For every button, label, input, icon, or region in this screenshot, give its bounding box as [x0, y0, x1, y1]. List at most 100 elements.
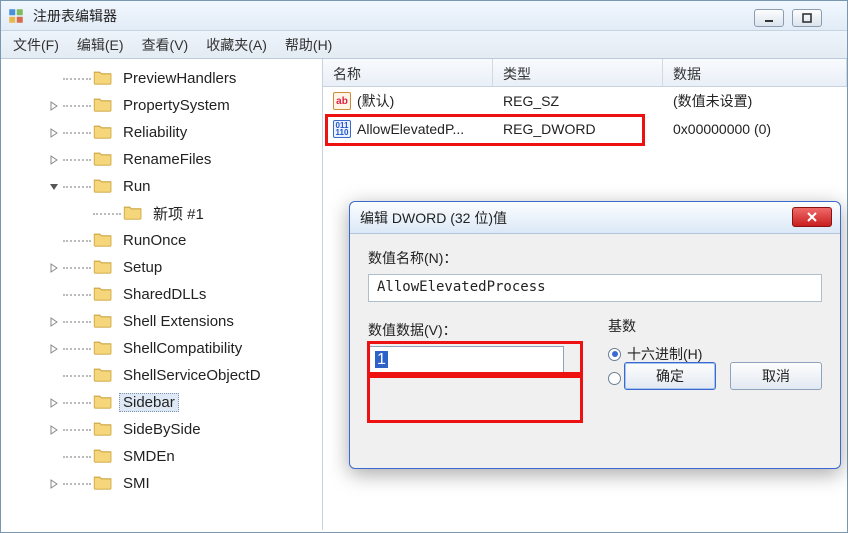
- edit-dword-dialog: 编辑 DWORD (32 位)值 数值名称(N)： AllowElevatedP…: [349, 201, 841, 469]
- menu-help[interactable]: 帮助(H): [285, 35, 332, 55]
- tree-pane[interactable]: PreviewHandlers PropertySystem Reliability…: [1, 59, 323, 530]
- folder-icon: [93, 258, 119, 278]
- folder-icon: [93, 339, 119, 359]
- folder-icon: [123, 204, 149, 224]
- tree-item[interactable]: SMDEn: [1, 443, 322, 470]
- tree-item-label: 新项 #1: [149, 203, 208, 224]
- dialog-body: 数值名称(N)： AllowElevatedProcess 数值数据(V)： 1…: [350, 234, 840, 402]
- value-data: (数值未设置): [673, 91, 752, 111]
- minimize-button[interactable]: [754, 9, 784, 27]
- value-type: REG_SZ: [503, 93, 559, 109]
- tree-item[interactable]: Run: [1, 173, 322, 200]
- radio-icon: [608, 372, 621, 385]
- dialog-buttons: 确定 取消: [624, 362, 822, 390]
- tree-item[interactable]: PreviewHandlers: [1, 65, 322, 92]
- tree-leaf-icon: [47, 369, 61, 383]
- tree-item[interactable]: Setup: [1, 254, 322, 281]
- col-header-name[interactable]: 名称: [323, 59, 493, 86]
- title-bar: 注册表编辑器: [1, 1, 847, 31]
- tree-item[interactable]: SharedDLLs: [1, 281, 322, 308]
- tree-connector-icon: [63, 294, 91, 296]
- window-title: 注册表编辑器: [33, 6, 841, 26]
- tree-item[interactable]: Sidebar: [1, 389, 322, 416]
- window-buttons: [754, 9, 822, 27]
- tree-connector-icon: [63, 429, 91, 431]
- tree-connector-icon: [63, 240, 91, 242]
- tree-connector-icon: [63, 402, 91, 404]
- tree-expander-icon[interactable]: [47, 180, 61, 194]
- registry-tree: PreviewHandlers PropertySystem Reliability…: [1, 65, 322, 497]
- tree-item[interactable]: Reliability: [1, 119, 322, 146]
- tree-item-label: SMDEn: [119, 448, 179, 465]
- folder-icon: [93, 312, 119, 332]
- cancel-button[interactable]: 取消: [730, 362, 822, 390]
- list-row[interactable]: 011110 AllowElevatedP... REG_DWORD 0x000000…: [323, 115, 847, 143]
- tree-connector-icon: [63, 456, 91, 458]
- tree-expander-icon[interactable]: [47, 396, 61, 410]
- tree-item[interactable]: 新项 #1: [1, 200, 322, 227]
- tree-expander-icon[interactable]: [47, 153, 61, 167]
- tree-item[interactable]: RenameFiles: [1, 146, 322, 173]
- tree-item[interactable]: ShellServiceObjectD: [1, 362, 322, 389]
- tree-item-label: Reliability: [119, 124, 191, 141]
- menu-view[interactable]: 查看(V): [142, 35, 189, 55]
- tree-item-label: RunOnce: [119, 232, 190, 249]
- tree-expander-icon[interactable]: [47, 261, 61, 275]
- dword-value-icon: 011110: [333, 120, 351, 138]
- dialog-title: 编辑 DWORD (32 位)值: [360, 208, 507, 228]
- folder-icon: [93, 447, 119, 467]
- tree-connector-icon: [63, 105, 91, 107]
- radix-hex-label: 十六进制(H): [627, 344, 702, 364]
- value-type: REG_DWORD: [503, 121, 596, 137]
- tree-item[interactable]: Shell Extensions: [1, 308, 322, 335]
- menu-edit[interactable]: 编辑(E): [77, 35, 124, 55]
- folder-icon: [93, 366, 119, 386]
- tree-item[interactable]: ShellCompatibility: [1, 335, 322, 362]
- tree-expander-icon[interactable]: [47, 477, 61, 491]
- tree-connector-icon: [63, 321, 91, 323]
- tree-connector-icon: [63, 159, 91, 161]
- list-body: ab (默认) REG_SZ (数值未设置) 011110 AllowElevatedP.…: [323, 87, 847, 143]
- tree-item[interactable]: SideBySide: [1, 416, 322, 443]
- tree-expander-icon[interactable]: [47, 99, 61, 113]
- folder-icon: [93, 393, 119, 413]
- list-row[interactable]: ab (默认) REG_SZ (数值未设置): [323, 87, 847, 115]
- dialog-title-bar[interactable]: 编辑 DWORD (32 位)值: [350, 202, 840, 234]
- menu-bar: 文件(F) 编辑(E) 查看(V) 收藏夹(A) 帮助(H): [1, 31, 847, 59]
- col-header-type[interactable]: 类型: [493, 59, 663, 86]
- tree-connector-icon: [63, 348, 91, 350]
- dialog-close-button[interactable]: [792, 207, 832, 227]
- value-name: AllowElevatedP...: [357, 121, 464, 137]
- folder-icon: [93, 420, 119, 440]
- value-name-field[interactable]: AllowElevatedProcess: [368, 274, 822, 302]
- ok-button[interactable]: 确定: [624, 362, 716, 390]
- tree-item-label: Run: [119, 178, 155, 195]
- col-header-data[interactable]: 数据: [663, 59, 847, 86]
- value-name: (默认): [357, 91, 394, 111]
- tree-item-label: SharedDLLs: [119, 286, 210, 303]
- maximize-button[interactable]: [792, 9, 822, 27]
- string-value-icon: ab: [333, 92, 351, 110]
- folder-icon: [93, 123, 119, 143]
- tree-connector-icon: [63, 186, 91, 188]
- tree-expander-icon[interactable]: [47, 342, 61, 356]
- tree-connector-icon: [63, 483, 91, 485]
- tree-expander-icon[interactable]: [47, 315, 61, 329]
- registry-editor-window: 注册表编辑器 文件(F) 编辑(E) 查看(V) 收藏夹(A) 帮助(H) Pr…: [0, 0, 848, 533]
- tree-item[interactable]: SMI: [1, 470, 322, 497]
- tree-item-label: PreviewHandlers: [119, 70, 240, 87]
- tree-expander-icon[interactable]: [47, 126, 61, 140]
- tree-item[interactable]: PropertySystem: [1, 92, 322, 119]
- menu-favorites[interactable]: 收藏夹(A): [206, 35, 267, 55]
- tree-leaf-icon: [77, 207, 91, 221]
- tree-item-label: Setup: [119, 259, 166, 276]
- app-icon: [7, 7, 25, 25]
- menu-file[interactable]: 文件(F): [13, 35, 59, 55]
- tree-item-label: PropertySystem: [119, 97, 234, 114]
- value-data-input[interactable]: 1: [368, 346, 564, 374]
- value-data: 0x00000000 (0): [673, 121, 771, 137]
- folder-icon: [93, 231, 119, 251]
- tree-expander-icon[interactable]: [47, 423, 61, 437]
- tree-item[interactable]: RunOnce: [1, 227, 322, 254]
- tree-leaf-icon: [47, 234, 61, 248]
